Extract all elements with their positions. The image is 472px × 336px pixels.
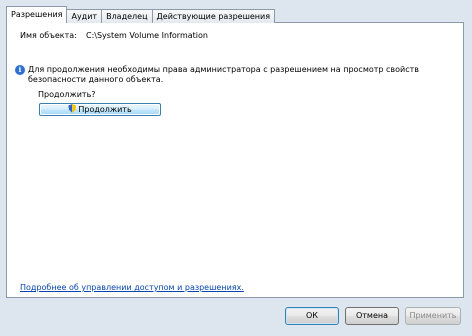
tab-permissions[interactable]: Разрешения (6, 6, 68, 23)
tab-owner[interactable]: Владелец (101, 9, 153, 23)
security-dialog: Разрешения Аудит Владелец Действующие ра… (0, 0, 472, 336)
tab-effective-permissions[interactable]: Действующие разрешения (151, 9, 276, 23)
uac-shield-icon (68, 104, 77, 113)
object-name-row: Имя объекта: C:\System Volume Information (20, 31, 208, 40)
apply-button[interactable]: Применить (405, 307, 461, 325)
ok-button[interactable]: ОК (285, 307, 339, 325)
continue-prompt: Продолжить? (38, 90, 96, 99)
tab-strip: Разрешения Аудит Владелец Действующие ра… (6, 6, 276, 24)
continue-button[interactable]: Продолжить (39, 103, 161, 116)
object-name-label: Имя объекта: (20, 31, 77, 40)
continue-button-label: Продолжить (78, 105, 132, 114)
tab-audit[interactable]: Аудит (66, 9, 103, 23)
tab-panel: Имя объекта: C:\System Volume Information… (6, 22, 464, 298)
object-name-value: C:\System Volume Information (86, 31, 208, 40)
help-link[interactable]: Подробнее об управлении доступом и разре… (20, 283, 244, 292)
info-text: Для продолжения необходимы права админис… (28, 65, 420, 84)
info-icon: i (15, 65, 25, 75)
cancel-button[interactable]: Отмена (345, 307, 399, 325)
